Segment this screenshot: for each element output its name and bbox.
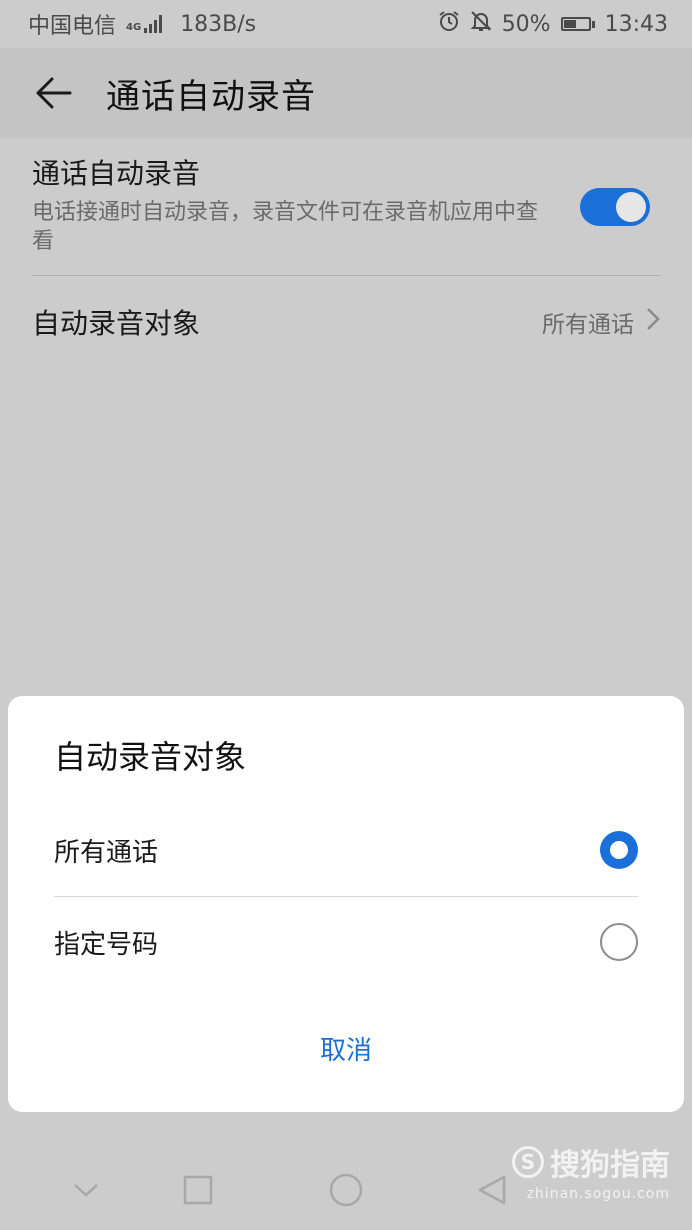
cancel-button[interactable]: 取消 bbox=[8, 1030, 684, 1067]
chevron-right-icon bbox=[646, 307, 660, 337]
option-label: 所有通话 bbox=[54, 837, 159, 868]
radio-unselected-icon[interactable] bbox=[600, 923, 638, 961]
square-icon[interactable] bbox=[176, 1168, 220, 1212]
record-target-title: 自动录音对象 bbox=[32, 307, 201, 340]
divider bbox=[32, 275, 660, 276]
radio-selected-icon[interactable] bbox=[600, 831, 638, 869]
carrier-label: 中国电信 bbox=[28, 14, 117, 39]
toggle-knob bbox=[616, 192, 646, 222]
option-all-calls[interactable]: 所有通话 bbox=[54, 820, 638, 880]
auto-record-setting[interactable]: 通话自动录音 电话接通时自动录音，录音文件可在录音机应用中查看 bbox=[32, 152, 660, 256]
battery-icon bbox=[560, 17, 595, 31]
watermark-brand: 搜狗指南 bbox=[550, 1148, 670, 1183]
app-bar: 通话自动录音 bbox=[0, 48, 692, 138]
auto-record-subtitle: 电话接通时自动录音，录音文件可在录音机应用中查看 bbox=[32, 200, 539, 254]
auto-record-toggle[interactable] bbox=[580, 188, 650, 226]
record-target-value-group: 所有通话 bbox=[542, 305, 660, 339]
option-specified-numbers[interactable]: 指定号码 bbox=[54, 912, 638, 972]
circle-icon[interactable] bbox=[324, 1168, 368, 1212]
record-target-value: 所有通话 bbox=[542, 312, 634, 338]
alarm-icon bbox=[438, 10, 460, 38]
clock: 13:43 bbox=[604, 11, 668, 37]
signal-icon: 4G bbox=[126, 15, 163, 33]
arrow-left-icon[interactable] bbox=[24, 63, 84, 123]
status-right: 50% 13:43 bbox=[438, 10, 668, 38]
watermark: S 搜狗指南 zhinan.sogou.com bbox=[512, 1140, 670, 1202]
chevron-down-icon[interactable] bbox=[64, 1168, 108, 1212]
network-type-label: 4G bbox=[126, 22, 142, 33]
sogou-logo-icon: S bbox=[512, 1146, 544, 1178]
battery-percent: 50% bbox=[501, 11, 551, 37]
watermark-url: zhinan.sogou.com bbox=[526, 1186, 670, 1202]
page-title: 通话自动录音 bbox=[106, 76, 316, 117]
watermark-brand-group: S 搜狗指南 bbox=[512, 1140, 670, 1184]
triangle-back-icon[interactable] bbox=[470, 1168, 514, 1212]
bell-off-icon bbox=[470, 10, 492, 38]
status-left: 中国电信 4G 183B/s bbox=[28, 8, 256, 40]
dialog-divider bbox=[54, 896, 638, 897]
record-target-dialog: 自动录音对象 所有通话 指定号码 取消 bbox=[8, 696, 684, 1112]
dialog-title: 自动录音对象 bbox=[54, 738, 247, 776]
record-target-setting[interactable]: 自动录音对象 所有通话 bbox=[32, 295, 660, 349]
status-bar: 中国电信 4G 183B/s 50% 13:43 bbox=[0, 0, 692, 48]
auto-record-title: 通话自动录音 bbox=[32, 157, 201, 190]
option-label: 指定号码 bbox=[54, 929, 159, 960]
network-speed: 183B/s bbox=[180, 11, 257, 37]
battery-fill bbox=[563, 20, 576, 28]
